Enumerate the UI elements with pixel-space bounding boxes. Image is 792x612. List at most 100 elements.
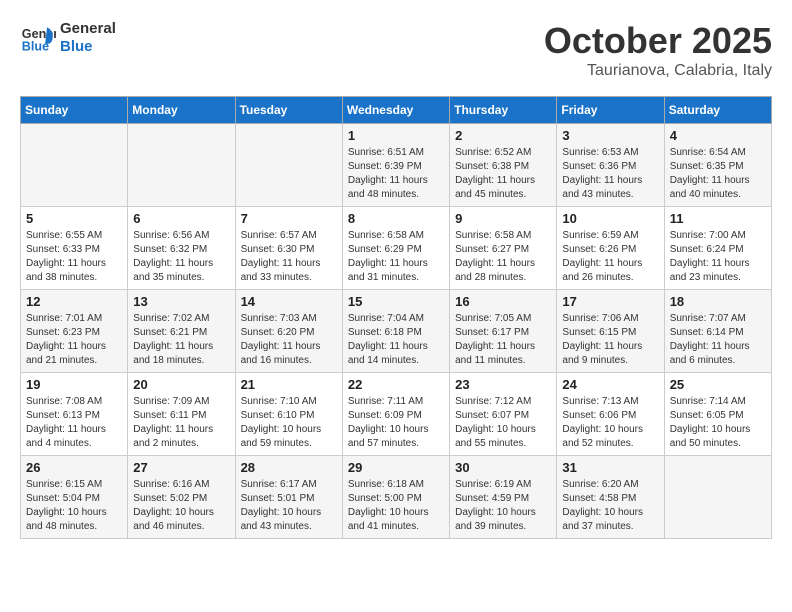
day-number: 3 bbox=[562, 128, 659, 143]
day-number: 22 bbox=[348, 377, 445, 392]
day-number: 24 bbox=[562, 377, 659, 392]
calendar-cell: 31 Sunrise: 6:20 AM Sunset: 4:58 PM Dayli… bbox=[557, 456, 664, 539]
day-info: Sunrise: 6:16 AM Sunset: 5:02 PM Dayligh… bbox=[133, 478, 230, 534]
day-info: Sunrise: 7:14 AM Sunset: 6:05 PM Dayligh… bbox=[670, 395, 767, 451]
weekday-header-monday: Monday bbox=[128, 97, 235, 124]
day-info: Sunrise: 7:10 AM Sunset: 6:10 PM Dayligh… bbox=[241, 395, 338, 451]
calendar-cell: 26 Sunrise: 6:15 AM Sunset: 5:04 PM Dayli… bbox=[21, 456, 128, 539]
day-info: Sunrise: 6:54 AM Sunset: 6:35 PM Dayligh… bbox=[670, 146, 767, 202]
calendar-cell: 7 Sunrise: 6:57 AM Sunset: 6:30 PM Daylig… bbox=[235, 207, 342, 290]
day-info: Sunrise: 7:06 AM Sunset: 6:15 PM Dayligh… bbox=[562, 312, 659, 368]
calendar-cell: 15 Sunrise: 7:04 AM Sunset: 6:18 PM Dayli… bbox=[342, 290, 449, 373]
day-info: Sunrise: 6:15 AM Sunset: 5:04 PM Dayligh… bbox=[26, 478, 123, 534]
calendar-cell: 5Sunrise: 6:55 AM Sunset: 6:33 PM Daylig… bbox=[21, 207, 128, 290]
calendar-cell: 27 Sunrise: 6:16 AM Sunset: 5:02 PM Dayli… bbox=[128, 456, 235, 539]
day-number: 2 bbox=[455, 128, 552, 143]
day-info: Sunrise: 7:05 AM Sunset: 6:17 PM Dayligh… bbox=[455, 312, 552, 368]
day-number: 29 bbox=[348, 460, 445, 475]
day-info: Sunrise: 6:56 AM Sunset: 6:32 PM Dayligh… bbox=[133, 229, 230, 285]
day-info: Sunrise: 7:09 AM Sunset: 6:11 PM Dayligh… bbox=[133, 395, 230, 451]
calendar-cell: 11Sunrise: 7:00 AM Sunset: 6:24 PM Dayli… bbox=[664, 207, 771, 290]
day-info: Sunrise: 7:11 AM Sunset: 6:09 PM Dayligh… bbox=[348, 395, 445, 451]
calendar-cell: 18 Sunrise: 7:07 AM Sunset: 6:14 PM Dayli… bbox=[664, 290, 771, 373]
day-info: Sunrise: 7:07 AM Sunset: 6:14 PM Dayligh… bbox=[670, 312, 767, 368]
day-info: Sunrise: 6:58 AM Sunset: 6:27 PM Dayligh… bbox=[455, 229, 552, 285]
day-number: 26 bbox=[26, 460, 123, 475]
day-info: Sunrise: 6:52 AM Sunset: 6:38 PM Dayligh… bbox=[455, 146, 552, 202]
calendar-cell: 25 Sunrise: 7:14 AM Sunset: 6:05 PM Dayli… bbox=[664, 373, 771, 456]
weekday-header-tuesday: Tuesday bbox=[235, 97, 342, 124]
calendar-cell: 3 Sunrise: 6:53 AM Sunset: 6:36 PM Daylig… bbox=[557, 124, 664, 207]
day-info: Sunrise: 6:17 AM Sunset: 5:01 PM Dayligh… bbox=[241, 478, 338, 534]
day-number: 31 bbox=[562, 460, 659, 475]
calendar-cell: 28 Sunrise: 6:17 AM Sunset: 5:01 PM Dayli… bbox=[235, 456, 342, 539]
day-info: Sunrise: 6:59 AM Sunset: 6:26 PM Dayligh… bbox=[562, 229, 659, 285]
day-info: Sunrise: 7:01 AM Sunset: 6:23 PM Dayligh… bbox=[26, 312, 123, 368]
day-info: Sunrise: 7:08 AM Sunset: 6:13 PM Dayligh… bbox=[26, 395, 123, 451]
calendar-cell: 19Sunrise: 7:08 AM Sunset: 6:13 PM Dayli… bbox=[21, 373, 128, 456]
day-number: 6 bbox=[133, 211, 230, 226]
day-number: 7 bbox=[241, 211, 338, 226]
day-number: 17 bbox=[562, 294, 659, 309]
day-info: Sunrise: 7:04 AM Sunset: 6:18 PM Dayligh… bbox=[348, 312, 445, 368]
title-block: October 2025 Taurianova, Calabria, Italy bbox=[544, 20, 772, 80]
day-info: Sunrise: 7:00 AM Sunset: 6:24 PM Dayligh… bbox=[670, 229, 767, 285]
week-row-5: 26 Sunrise: 6:15 AM Sunset: 5:04 PM Dayli… bbox=[21, 456, 772, 539]
day-number: 5 bbox=[26, 211, 123, 226]
day-info: Sunrise: 6:53 AM Sunset: 6:36 PM Dayligh… bbox=[562, 146, 659, 202]
weekday-header-row: SundayMondayTuesdayWednesdayThursdayFrid… bbox=[21, 97, 772, 124]
day-number: 16 bbox=[455, 294, 552, 309]
weekday-header-friday: Friday bbox=[557, 97, 664, 124]
day-number: 15 bbox=[348, 294, 445, 309]
calendar-cell: 1 Sunrise: 6:51 AM Sunset: 6:39 PM Daylig… bbox=[342, 124, 449, 207]
logo: General Blue General Blue bbox=[20, 20, 116, 56]
logo-icon: General Blue bbox=[20, 20, 56, 56]
calendar-cell: 13Sunrise: 7:02 AM Sunset: 6:21 PM Dayli… bbox=[128, 290, 235, 373]
day-number: 4 bbox=[670, 128, 767, 143]
day-number: 14 bbox=[241, 294, 338, 309]
calendar-cell: 9Sunrise: 6:58 AM Sunset: 6:27 PM Daylig… bbox=[450, 207, 557, 290]
day-number: 27 bbox=[133, 460, 230, 475]
calendar-cell bbox=[664, 456, 771, 539]
day-info: Sunrise: 6:57 AM Sunset: 6:30 PM Dayligh… bbox=[241, 229, 338, 285]
day-number: 10 bbox=[562, 211, 659, 226]
day-info: Sunrise: 6:20 AM Sunset: 4:58 PM Dayligh… bbox=[562, 478, 659, 534]
calendar-cell: 22 Sunrise: 7:11 AM Sunset: 6:09 PM Dayli… bbox=[342, 373, 449, 456]
calendar-cell: 2 Sunrise: 6:52 AM Sunset: 6:38 PM Daylig… bbox=[450, 124, 557, 207]
calendar-cell: 30Sunrise: 6:19 AM Sunset: 4:59 PM Dayli… bbox=[450, 456, 557, 539]
calendar-cell: 23Sunrise: 7:12 AM Sunset: 6:07 PM Dayli… bbox=[450, 373, 557, 456]
calendar-cell bbox=[21, 124, 128, 207]
calendar-cell: 24Sunrise: 7:13 AM Sunset: 6:06 PM Dayli… bbox=[557, 373, 664, 456]
day-number: 13 bbox=[133, 294, 230, 309]
day-info: Sunrise: 6:18 AM Sunset: 5:00 PM Dayligh… bbox=[348, 478, 445, 534]
day-number: 20 bbox=[133, 377, 230, 392]
day-info: Sunrise: 7:03 AM Sunset: 6:20 PM Dayligh… bbox=[241, 312, 338, 368]
day-info: Sunrise: 6:51 AM Sunset: 6:39 PM Dayligh… bbox=[348, 146, 445, 202]
day-number: 21 bbox=[241, 377, 338, 392]
calendar-table: SundayMondayTuesdayWednesdayThursdayFrid… bbox=[20, 96, 772, 539]
day-number: 28 bbox=[241, 460, 338, 475]
day-info: Sunrise: 6:19 AM Sunset: 4:59 PM Dayligh… bbox=[455, 478, 552, 534]
day-number: 1 bbox=[348, 128, 445, 143]
day-number: 25 bbox=[670, 377, 767, 392]
week-row-2: 5Sunrise: 6:55 AM Sunset: 6:33 PM Daylig… bbox=[21, 207, 772, 290]
day-number: 18 bbox=[670, 294, 767, 309]
calendar-cell: 12 Sunrise: 7:01 AM Sunset: 6:23 PM Dayli… bbox=[21, 290, 128, 373]
logo-line1: General bbox=[60, 20, 116, 38]
day-info: Sunrise: 7:12 AM Sunset: 6:07 PM Dayligh… bbox=[455, 395, 552, 451]
page-header: General Blue General Blue October 2025 T… bbox=[20, 20, 772, 80]
weekday-header-saturday: Saturday bbox=[664, 97, 771, 124]
location-subtitle: Taurianova, Calabria, Italy bbox=[544, 62, 772, 80]
logo-line2: Blue bbox=[60, 38, 116, 56]
calendar-cell: 14 Sunrise: 7:03 AM Sunset: 6:20 PM Dayli… bbox=[235, 290, 342, 373]
calendar-cell bbox=[128, 124, 235, 207]
calendar-cell: 8Sunrise: 6:58 AM Sunset: 6:29 PM Daylig… bbox=[342, 207, 449, 290]
day-number: 12 bbox=[26, 294, 123, 309]
week-row-3: 12 Sunrise: 7:01 AM Sunset: 6:23 PM Dayli… bbox=[21, 290, 772, 373]
week-row-4: 19Sunrise: 7:08 AM Sunset: 6:13 PM Dayli… bbox=[21, 373, 772, 456]
week-row-1: 1 Sunrise: 6:51 AM Sunset: 6:39 PM Daylig… bbox=[21, 124, 772, 207]
weekday-header-wednesday: Wednesday bbox=[342, 97, 449, 124]
calendar-cell: 16 Sunrise: 7:05 AM Sunset: 6:17 PM Dayli… bbox=[450, 290, 557, 373]
calendar-cell: 29 Sunrise: 6:18 AM Sunset: 5:00 PM Dayli… bbox=[342, 456, 449, 539]
day-number: 8 bbox=[348, 211, 445, 226]
